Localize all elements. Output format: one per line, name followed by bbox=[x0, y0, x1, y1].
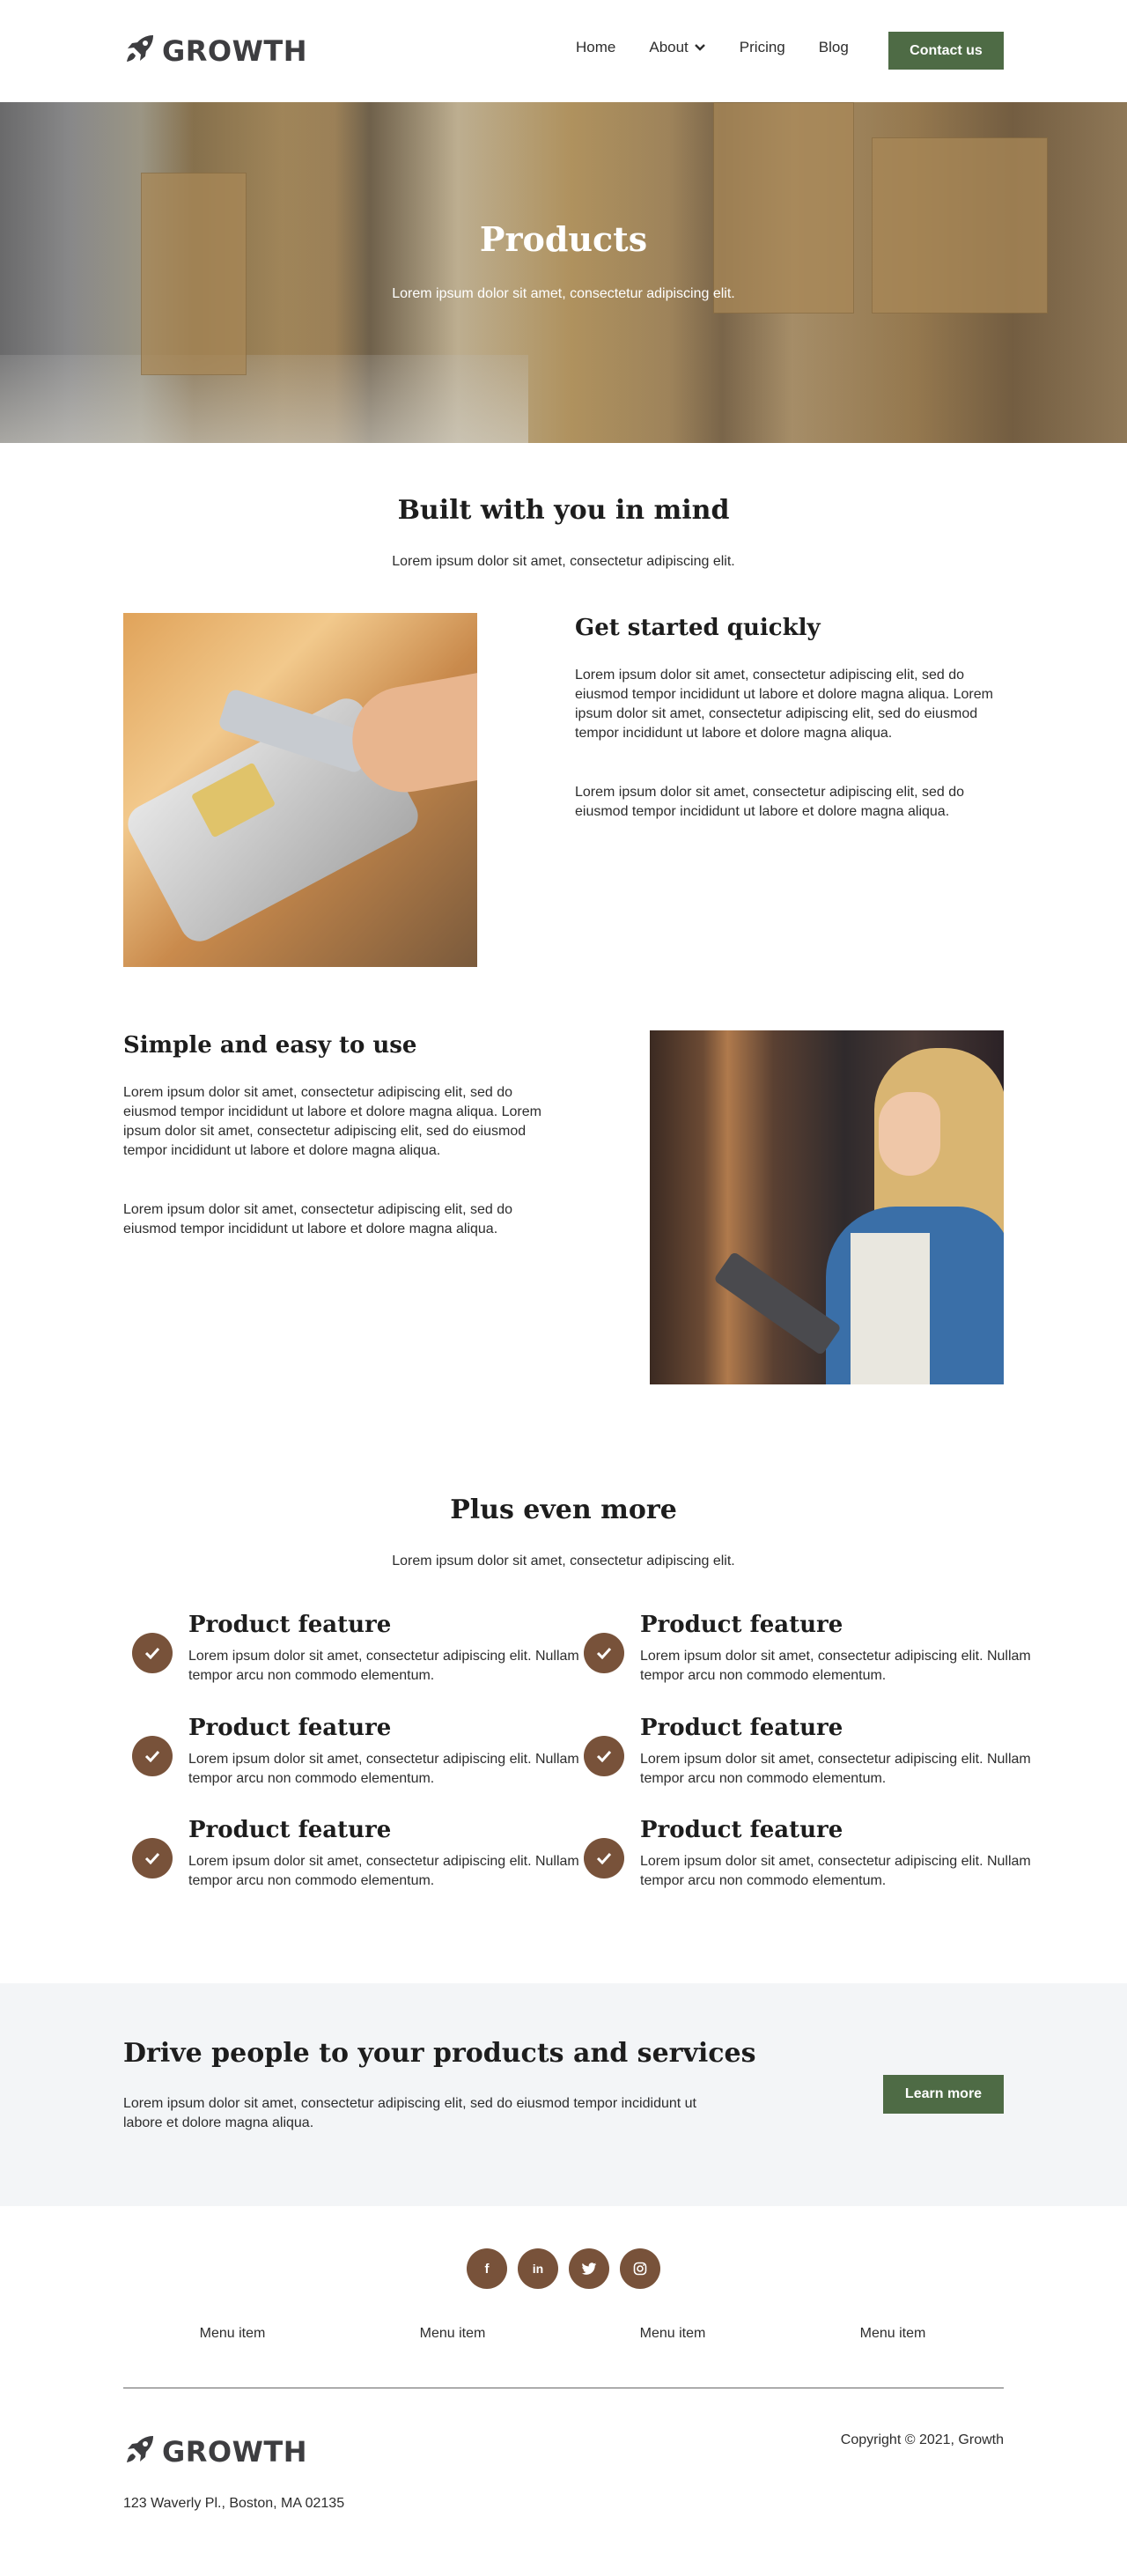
block1-title: Get started quickly bbox=[575, 615, 821, 641]
feature-text: Lorem ipsum dolor sit amet, consectetur … bbox=[640, 1752, 1031, 1786]
site-header: GROWTH Home About Pricing Blog Contact u… bbox=[0, 0, 1127, 102]
more-title: Plus even more bbox=[450, 1495, 677, 1525]
apron-shape bbox=[851, 1233, 930, 1384]
hero-pallet-stack bbox=[713, 102, 854, 314]
feature-title: Product feature bbox=[188, 1715, 392, 1741]
hero-floor bbox=[0, 355, 528, 443]
nav-about[interactable]: About bbox=[649, 39, 705, 56]
logo-wordmark: GROWTH bbox=[162, 2434, 308, 2469]
block1-paragraph-1: Lorem ipsum dolor sit amet, consectetur … bbox=[575, 668, 993, 741]
footer-menu-item[interactable]: Menu item bbox=[593, 2326, 752, 2342]
rocket-icon bbox=[123, 32, 157, 70]
nav-pricing[interactable]: Pricing bbox=[740, 39, 785, 56]
feature-title: Product feature bbox=[640, 1715, 843, 1741]
main-nav: Home About Pricing Blog bbox=[576, 39, 882, 56]
face-shape bbox=[879, 1092, 940, 1176]
cta-section: Drive people to your products and servic… bbox=[0, 1983, 1127, 2206]
intro-subtitle: Lorem ipsum dolor sit amet, consectetur … bbox=[392, 554, 735, 569]
cta-title: Drive people to your products and servic… bbox=[123, 2038, 756, 2069]
logo[interactable]: GROWTH bbox=[123, 32, 307, 70]
block2-title: Simple and easy to use bbox=[123, 1032, 417, 1059]
social-links: f in bbox=[467, 2248, 671, 2289]
feature-title: Product feature bbox=[188, 1612, 392, 1638]
hero-banner: Products Lorem ipsum dolor sit amet, con… bbox=[0, 102, 1127, 443]
check-icon bbox=[584, 1633, 624, 1673]
chevron-down-icon bbox=[694, 44, 705, 51]
hero-subtitle: Lorem ipsum dolor sit amet, consectetur … bbox=[392, 286, 735, 301]
tablet-shape bbox=[713, 1251, 842, 1356]
twitter-icon[interactable] bbox=[569, 2248, 609, 2289]
feature-title: Product feature bbox=[188, 1817, 392, 1843]
check-icon bbox=[132, 1736, 173, 1776]
feature-text: Lorem ipsum dolor sit amet, consectetur … bbox=[640, 1854, 1031, 1888]
learn-more-button[interactable]: Learn more bbox=[883, 2075, 1004, 2114]
check-icon bbox=[132, 1838, 173, 1878]
hero-title: Products bbox=[479, 219, 648, 259]
feature-text: Lorem ipsum dolor sit amet, consectetur … bbox=[640, 1649, 1031, 1683]
facebook-glyph: f bbox=[484, 2261, 490, 2277]
intro-title: Built with you in mind bbox=[397, 495, 730, 526]
footer-logo[interactable]: GROWTH bbox=[123, 2432, 307, 2470]
hero-pallet-stack bbox=[141, 173, 247, 375]
logo-wordmark: GROWTH bbox=[162, 33, 308, 68]
more-subtitle: Lorem ipsum dolor sit amet, consectetur … bbox=[392, 1554, 735, 1568]
facebook-icon[interactable]: f bbox=[467, 2248, 507, 2289]
nav-about-label: About bbox=[649, 39, 689, 55]
address-text: 123 Waverly Pl., Boston, MA 02135 bbox=[123, 2496, 345, 2511]
feature-title: Product feature bbox=[640, 1817, 843, 1843]
cta-text: Lorem ipsum dolor sit amet, consectetur … bbox=[123, 2096, 696, 2130]
copyright-text: Copyright © 2021, Growth bbox=[840, 2432, 1004, 2447]
feature-text: Lorem ipsum dolor sit amet, consectetur … bbox=[188, 1649, 579, 1683]
payment-terminal-photo bbox=[123, 613, 477, 967]
check-icon bbox=[132, 1633, 173, 1673]
block2-paragraph-1: Lorem ipsum dolor sit amet, consectetur … bbox=[123, 1085, 541, 1158]
nav-blog[interactable]: Blog bbox=[819, 39, 849, 56]
instagram-icon[interactable] bbox=[620, 2248, 660, 2289]
footer-menu-item[interactable]: Menu item bbox=[373, 2326, 532, 2342]
feature-title: Product feature bbox=[640, 1612, 843, 1638]
check-icon bbox=[584, 1838, 624, 1878]
linkedin-icon[interactable]: in bbox=[518, 2248, 558, 2289]
feature-text: Lorem ipsum dolor sit amet, consectetur … bbox=[188, 1752, 579, 1786]
feature-text: Lorem ipsum dolor sit amet, consectetur … bbox=[188, 1854, 579, 1888]
woman-with-tablet-photo bbox=[650, 1030, 1004, 1384]
check-icon bbox=[584, 1736, 624, 1776]
block1-paragraph-2: Lorem ipsum dolor sit amet, consectetur … bbox=[575, 785, 964, 819]
block2-paragraph-2: Lorem ipsum dolor sit amet, consectetur … bbox=[123, 1202, 512, 1236]
nav-home[interactable]: Home bbox=[576, 39, 615, 56]
contact-button[interactable]: Contact us bbox=[888, 32, 1004, 70]
footer-menu-item[interactable]: Menu item bbox=[814, 2326, 972, 2342]
rocket-icon bbox=[123, 2432, 157, 2470]
linkedin-glyph: in bbox=[532, 2262, 544, 2276]
footer-menu-item[interactable]: Menu item bbox=[153, 2326, 312, 2342]
